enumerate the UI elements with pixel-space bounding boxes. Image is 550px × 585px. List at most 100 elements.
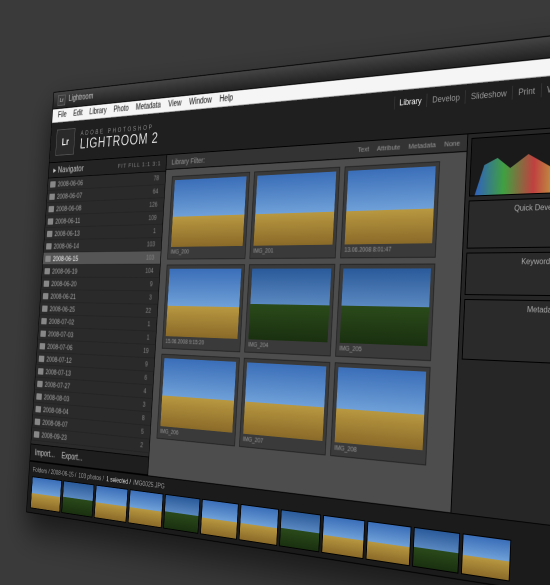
module-web[interactable]: Web xyxy=(540,81,550,98)
thumb-caption: IMG_200 xyxy=(170,249,242,256)
menu-file[interactable]: File xyxy=(54,110,70,120)
import-button[interactable]: Import... xyxy=(35,448,56,459)
thumbnail[interactable]: 15.06.2008 9:15:20 xyxy=(162,264,245,352)
module-slideshow[interactable]: Slideshow xyxy=(465,86,513,104)
folder-icon xyxy=(42,305,48,311)
folder-icon xyxy=(34,431,40,438)
folder-icon xyxy=(37,380,43,387)
folder-name: 2008-09-23 xyxy=(41,431,67,442)
folder-name: 2008-06-13 xyxy=(54,229,80,237)
filter-mode-attribute[interactable]: Attribute xyxy=(377,143,401,153)
quick-develop-panel[interactable]: Quick Develop xyxy=(467,197,550,249)
thumbnail[interactable]: IMG_205 xyxy=(335,264,435,362)
thumbnail-grid[interactable]: IMG_200 IMG_201 13.06.2008 8:01:47 15.06.20… xyxy=(148,152,467,513)
folder-icon xyxy=(47,230,53,236)
folder-row[interactable]: 2008-06-19104 xyxy=(42,265,160,278)
filmstrip-thumb[interactable] xyxy=(128,489,163,528)
branding-text: ADOBE PHOTOSHOP LIGHTROOM 2 xyxy=(80,123,160,150)
keywording-panel[interactable]: Keywording xyxy=(465,252,550,297)
menu-photo[interactable]: Photo xyxy=(110,104,133,115)
filmstrip-thumb[interactable] xyxy=(366,520,412,565)
thumbnail[interactable]: IMG_204 xyxy=(244,264,335,357)
filter-mode-metadata[interactable]: Metadata xyxy=(408,140,436,150)
folder-count: 22 xyxy=(145,307,151,315)
folder-icon xyxy=(48,206,54,212)
folder-count: 6 xyxy=(144,374,147,382)
filmstrip-thumb[interactable] xyxy=(94,484,128,522)
folder-row[interactable]: 2008-06-14 103 xyxy=(44,238,162,253)
thumb-image xyxy=(171,176,247,247)
folder-count: 78 xyxy=(153,174,159,182)
filmstrip-thumb[interactable] xyxy=(239,503,279,545)
folder-count: 9 xyxy=(145,360,148,368)
folder-icon xyxy=(35,418,41,425)
module-library[interactable]: Library xyxy=(394,94,427,110)
thumbnail[interactable]: 13.06.2008 8:01:47 xyxy=(340,161,440,258)
thumb-image xyxy=(243,362,326,441)
navigator-modes[interactable]: FIT FILL 1:1 3:1 xyxy=(118,160,162,170)
folder-name: 2008-06-19 xyxy=(52,267,78,275)
filter-mode-text[interactable]: Text xyxy=(358,145,370,154)
thumb-image xyxy=(345,166,436,244)
folder-list[interactable]: 2008-06-06782008-06-07642008-06-08126200… xyxy=(31,172,165,457)
folder-name: 2008-08-03 xyxy=(44,393,70,403)
folder-name: 2008-06-20 xyxy=(51,279,77,287)
navigator-title: ▸ Navigator xyxy=(53,163,84,175)
thumbnail[interactable]: IMG_200 xyxy=(167,172,250,260)
filter-mode-none[interactable]: None xyxy=(444,139,461,149)
thumb-image xyxy=(160,358,236,433)
histogram[interactable] xyxy=(469,131,550,196)
menu-view[interactable]: View xyxy=(164,98,185,109)
module-develop[interactable]: Develop xyxy=(426,90,465,107)
folder-name: 2008-08-04 xyxy=(43,405,69,415)
folder-count: 126 xyxy=(149,201,158,209)
thumb-image xyxy=(248,269,331,343)
filmstrip-thumb[interactable] xyxy=(279,509,321,552)
menu-help[interactable]: Help xyxy=(215,93,237,104)
folder-count: 103 xyxy=(147,241,156,249)
filmstrip-thumb[interactable] xyxy=(461,533,511,581)
folder-icon xyxy=(45,255,51,261)
folder-name: 2008-07-27 xyxy=(45,380,71,390)
thumbnail[interactable]: IMG_208 xyxy=(330,362,431,465)
filmstrip-thumb[interactable] xyxy=(30,476,62,512)
filmstrip-thumb[interactable] xyxy=(200,498,238,539)
thumbnail[interactable]: IMG_206 xyxy=(157,354,240,447)
folder-count: 19 xyxy=(143,347,149,355)
filmstrip-thumb[interactable] xyxy=(163,494,200,534)
folder-count: 109 xyxy=(148,214,157,222)
thumb-image xyxy=(254,172,337,246)
folder-count: 1 xyxy=(147,320,150,328)
folder-name: 2008-07-12 xyxy=(46,355,72,364)
thumb-caption: 13.06.2008 8:01:47 xyxy=(344,246,432,254)
export-button[interactable]: Export... xyxy=(61,451,83,462)
thumbnail[interactable]: IMG_207 xyxy=(239,358,330,456)
folder-icon xyxy=(48,218,54,224)
menu-window[interactable]: Window xyxy=(185,95,216,107)
menu-library[interactable]: Library xyxy=(86,106,111,117)
folder-name: 2008-08-07 xyxy=(42,418,68,428)
folder-count: 3 xyxy=(149,294,152,302)
folder-name: 2008-06-08 xyxy=(56,204,82,213)
filmstrip-thumb[interactable] xyxy=(61,480,94,517)
menu-edit[interactable]: Edit xyxy=(70,108,87,118)
menu-metadata[interactable]: Metadata xyxy=(132,100,165,112)
filmstrip-thumb[interactable] xyxy=(412,526,460,573)
folder-icon xyxy=(44,268,50,274)
module-print[interactable]: Print xyxy=(512,83,541,99)
thumbnail[interactable]: IMG_201 xyxy=(249,167,340,259)
metadata-panel[interactable]: Metadata xyxy=(462,299,550,364)
thumb-image xyxy=(335,367,427,450)
main-body: ▸ Navigator FIT FILL 1:1 3:1 2008-06-067… xyxy=(30,127,550,526)
app-icon: Lr xyxy=(57,94,65,106)
folder-icon xyxy=(40,330,46,336)
folder-name: 2008-06-14 xyxy=(53,242,79,250)
folder-icon xyxy=(41,318,47,324)
folder-count: 1 xyxy=(147,334,150,342)
folder-icon xyxy=(46,243,52,249)
folder-name: 2008-06-21 xyxy=(50,292,76,300)
folder-row[interactable]: 2008-06-15103 xyxy=(43,251,161,265)
thumb-caption: IMG_204 xyxy=(248,342,327,352)
right-panel: Quick Develop Keywording Metadata xyxy=(451,127,550,526)
filmstrip-thumb[interactable] xyxy=(321,514,365,558)
